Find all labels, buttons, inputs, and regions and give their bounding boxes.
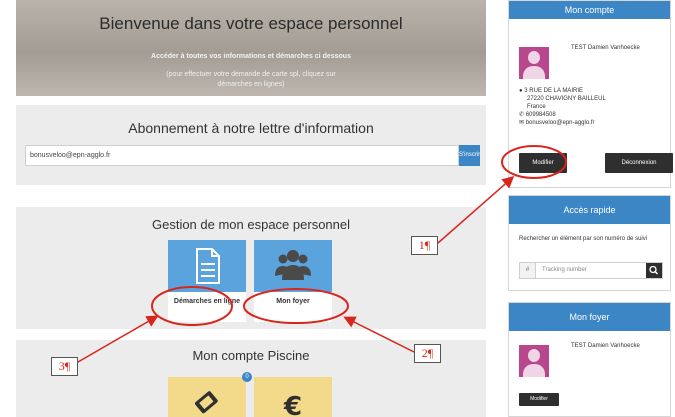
hash-icon: #: [520, 263, 536, 278]
search-icon: [649, 265, 659, 275]
newsletter-title: Abonnement à notre lettre d'information: [128, 120, 374, 136]
foyer-avatar: [519, 345, 549, 377]
welcome-subtitle: Accéder à toutes vos informations et dém…: [151, 53, 351, 60]
tracking-search-button[interactable]: [646, 263, 662, 278]
avatar: [519, 47, 549, 79]
mon-foyer-tile[interactable]: Mon foyer: [254, 240, 332, 322]
logout-button[interactable]: Déconnexion: [605, 153, 673, 173]
account-address: ● 3 RUE DE LA MAIRIE 27220 CHAVIGNY BAIL…: [519, 87, 606, 127]
step3-label: 3¶: [51, 357, 78, 376]
gestion-title: Gestion de mon espace personnel: [151, 217, 350, 232]
mon-foyer-label: Mon foyer: [254, 292, 332, 322]
demarches-label: Démarches en ligne: [168, 292, 246, 322]
welcome-banner: Bienvenue dans votre espace personnel Ac…: [16, 0, 486, 96]
address-country: France: [527, 104, 546, 110]
map-marker-icon: ●: [519, 88, 523, 94]
welcome-title: Bienvenue dans votre espace personnel: [99, 14, 403, 33]
users-icon: [254, 240, 332, 292]
ticket-tile[interactable]: [168, 377, 246, 417]
address-line2: 27220 CHAVIGNY BAILLEUL: [527, 96, 606, 102]
euro-tile[interactable]: €: [254, 377, 332, 417]
newsletter-email-input[interactable]: bonusveloo@epn-agglo.fr: [25, 145, 459, 166]
foyer-card: Mon foyer TEST Damien Vanhoecke Modifier: [508, 302, 671, 417]
sidebar: Mon compte TEST Damien Vanhoecke ● 3 RUE…: [502, 0, 675, 417]
address-line1: 3 RUE DE LA MAIRIE: [524, 88, 583, 94]
quick-access-header: Accès rapide: [509, 196, 670, 224]
account-email: bonusveloo@epn-agglo.fr: [525, 120, 595, 126]
tracking-search: # Tracking number: [519, 262, 663, 279]
foyer-member-name: TEST Damien Vanhoecke: [571, 343, 640, 349]
euro-icon: €: [283, 392, 302, 417]
modify-foyer-button[interactable]: Modifier: [519, 393, 559, 406]
gestion-panel: Gestion de mon espace personnel Démarche…: [16, 207, 486, 329]
account-name: TEST Damien Vanhoecke: [571, 45, 640, 51]
envelope-icon: ✉: [519, 120, 525, 126]
document-icon: [168, 240, 246, 292]
step1-label: 1¶: [411, 236, 438, 255]
demarches-tile[interactable]: Démarches en ligne: [168, 240, 246, 322]
account-card: Mon compte TEST Damien Vanhoecke ● 3 RUE…: [508, 0, 673, 188]
step2-label: 2¶: [414, 344, 441, 363]
tracking-number-input[interactable]: Tracking number: [542, 263, 587, 278]
ticket-icon: [195, 391, 218, 414]
welcome-note: (pour effectuer votre demande de carte s…: [166, 71, 336, 88]
newsletter-panel: Abonnement à notre lettre d'information …: [16, 105, 486, 185]
modify-account-button[interactable]: Modifier: [519, 153, 567, 173]
piscine-badge: 0: [242, 372, 252, 382]
svg-text:€: €: [283, 392, 302, 417]
account-header: Mon compte: [509, 1, 670, 19]
account-phone: 609984508: [525, 112, 556, 118]
subscribe-button[interactable]: S'inscrire: [459, 145, 480, 166]
quick-access-description: Rechercher un élément par son numéro de …: [519, 236, 648, 242]
phone-icon: ✆: [519, 112, 525, 118]
foyer-header: Mon foyer: [509, 303, 670, 331]
quick-access-card: Accès rapide Rechercher un élément par s…: [508, 195, 671, 291]
